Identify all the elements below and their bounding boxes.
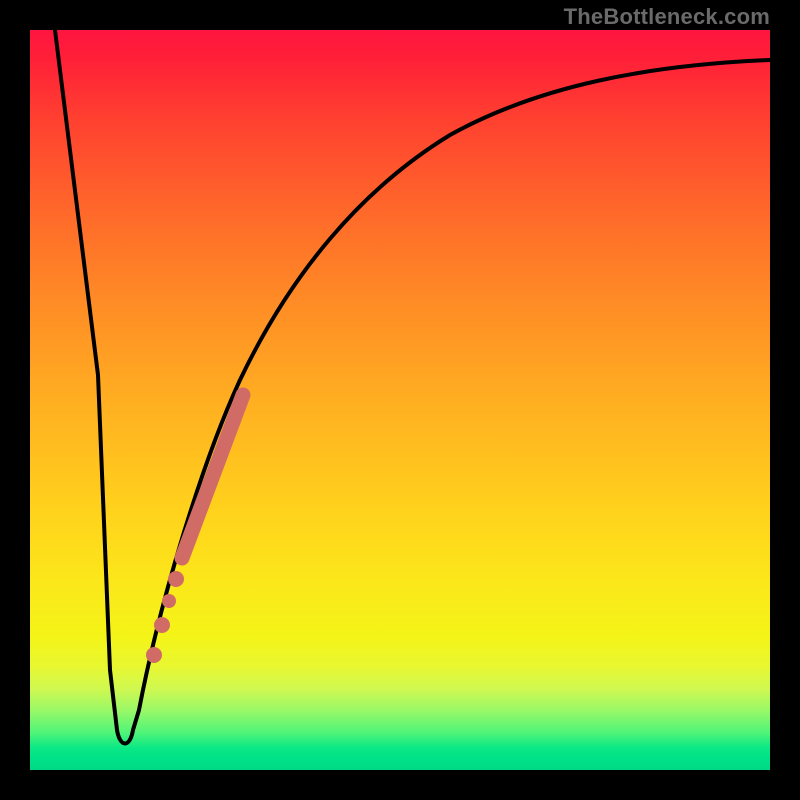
- marker-dot: [154, 617, 170, 633]
- curve-svg: [30, 30, 770, 770]
- plot-area: [30, 30, 770, 770]
- marker-dot: [168, 571, 184, 587]
- marker-dot: [146, 647, 162, 663]
- chart-container: TheBottleneck.com: [0, 0, 800, 800]
- watermark-label: TheBottleneck.com: [564, 4, 770, 30]
- bottleneck-curve: [55, 30, 770, 744]
- marker-dot: [162, 594, 176, 608]
- marker-band: [182, 395, 243, 558]
